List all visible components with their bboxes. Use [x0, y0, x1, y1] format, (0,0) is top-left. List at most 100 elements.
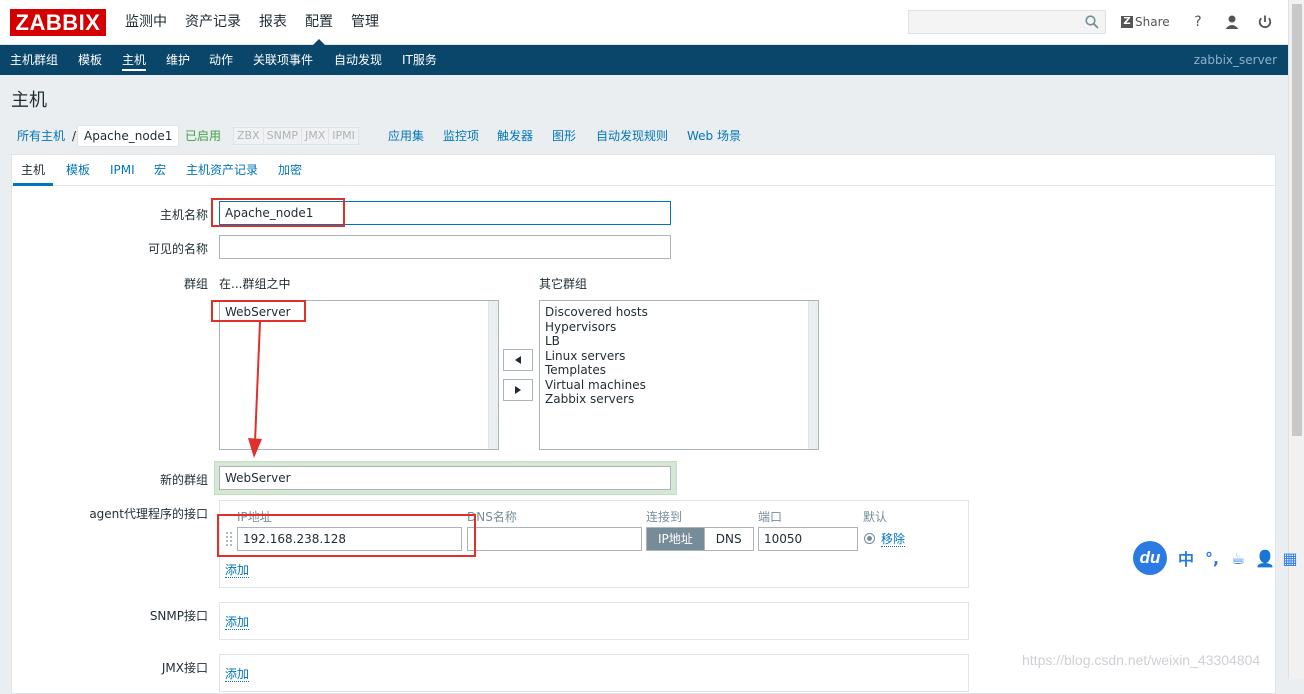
jmx-interface-box: 添加	[219, 654, 969, 692]
list-item[interactable]: Discovered hosts	[540, 305, 818, 320]
remove-interface-link[interactable]: 移除	[881, 532, 906, 547]
agent-port-input[interactable]	[758, 527, 858, 551]
list-item[interactable]: Virtual machines	[540, 378, 818, 393]
availability-ipmi: IPMI	[329, 128, 358, 144]
tab-host[interactable]: 主机	[12, 155, 54, 186]
baidu-ime-icon[interactable]: du	[1133, 541, 1167, 575]
ime-user-icon[interactable]: 👤	[1255, 549, 1275, 568]
new-group-input[interactable]	[219, 466, 671, 490]
zabbix-logo[interactable]: ZABBIX	[10, 9, 106, 36]
annotation-arrow-icon	[248, 321, 262, 458]
snmp-interface-box: 添加	[219, 602, 969, 640]
main-menu-monitoring[interactable]: 监测中	[116, 0, 176, 45]
column-connect: 连接到	[646, 510, 683, 524]
move-right-button[interactable]	[503, 379, 533, 401]
agent-ip-input[interactable]	[237, 527, 462, 551]
in-groups-label: 在...群组之中	[219, 277, 291, 291]
link-triggers[interactable]: 触发器	[497, 125, 533, 147]
tab-ipmi[interactable]: IPMI	[110, 155, 135, 185]
arrow-left-icon	[515, 356, 521, 364]
ime-punctuation-icon[interactable]: °,	[1203, 549, 1221, 568]
sub-menu-event-correlation[interactable]: 关联项事件	[253, 45, 313, 75]
add-agent-interface-link[interactable]: 添加	[225, 563, 250, 578]
agent-interface-label: agent代理程序的接口	[89, 507, 208, 521]
sub-menu-hosts[interactable]: 主机	[122, 45, 147, 75]
server-name: zabbix_server	[1193, 53, 1277, 67]
other-groups-listbox[interactable]: Discovered hosts Hypervisors LB Linux se…	[539, 300, 819, 450]
form-tabs: 主机 模板 IPMI 宏 主机资产记录 加密	[12, 155, 1275, 186]
jmx-interface-label: JMX接口	[161, 661, 208, 675]
list-item[interactable]: Hypervisors	[540, 320, 818, 335]
main-menu-configuration[interactable]: 配置	[296, 0, 342, 46]
drag-handle-icon[interactable]	[225, 531, 233, 547]
user-profile-icon[interactable]	[1223, 13, 1241, 31]
listbox-scrollbar[interactable]	[808, 301, 818, 449]
tab-inventory[interactable]: 主机资产记录	[186, 155, 258, 185]
ime-chinese-mode-icon[interactable]: 中	[1177, 546, 1195, 570]
add-snmp-interface-link[interactable]: 添加	[225, 615, 250, 630]
breadcrumb-current-host: Apache_node1	[77, 125, 180, 147]
page-scrollbar-thumb[interactable]	[1292, 4, 1302, 436]
connect-dns-option[interactable]: DNS	[703, 528, 753, 550]
sub-menu-maintenance[interactable]: 维护	[166, 45, 190, 75]
host-form-panel: 主机 模板 IPMI 宏 主机资产记录 加密 主机名称 可见的名称 群组 在..…	[11, 154, 1276, 694]
link-items[interactable]: 监控项	[443, 125, 479, 147]
list-item[interactable]: LB	[540, 334, 818, 349]
connect-ip-option[interactable]: IP地址	[647, 528, 704, 550]
column-default: 默认	[863, 510, 888, 524]
page-scrollbar[interactable]	[1288, 0, 1304, 679]
arrow-right-icon	[515, 386, 521, 394]
sub-menu: 主机群组 模板 主机 维护 动作 关联项事件 自动发现 IT服务 zabbix_…	[0, 45, 1288, 75]
host-name-input[interactable]	[219, 201, 671, 225]
share-button[interactable]: Z Share	[1121, 13, 1170, 31]
agent-dns-input[interactable]	[467, 527, 642, 551]
availability-indicators: ZBX SNMP JMX IPMI	[233, 127, 359, 145]
list-item[interactable]: Templates	[540, 363, 818, 378]
listbox-scrollbar[interactable]	[488, 301, 498, 449]
main-menu-reports[interactable]: 报表	[250, 0, 296, 45]
sub-menu-host-groups[interactable]: 主机群组	[10, 45, 58, 75]
snmp-interface-label: SNMP接口	[149, 609, 208, 623]
column-port: 端口	[758, 510, 783, 524]
sub-menu-discovery[interactable]: 自动发现	[334, 45, 382, 75]
sub-menu-it-services[interactable]: IT服务	[402, 45, 437, 75]
sub-menu-templates[interactable]: 模板	[78, 45, 102, 75]
column-ip: IP地址	[237, 510, 272, 524]
top-bar: ZABBIX 监测中 资产记录 报表 配置 管理 Z Share ?	[0, 0, 1288, 46]
power-icon[interactable]	[1256, 13, 1274, 31]
list-item[interactable]: Zabbix servers	[540, 392, 818, 407]
breadcrumb-all-hosts[interactable]: 所有主机	[17, 125, 65, 147]
agent-interface-box: IP地址 DNS名称 连接到 端口 默认 IP地址 DNS 移除 添加	[219, 500, 969, 588]
connect-to-toggle: IP地址 DNS	[646, 527, 754, 551]
column-dns: DNS名称	[467, 510, 517, 524]
link-web-scenarios[interactable]: Web 场景	[687, 125, 741, 147]
main-menu-administration[interactable]: 管理	[342, 0, 388, 45]
add-jmx-interface-link[interactable]: 添加	[225, 667, 250, 682]
ime-skin-icon[interactable]: ☕	[1229, 549, 1247, 568]
new-group-label: 新的群组	[159, 473, 208, 487]
ime-toolbar: du 中 °, ☕ 👤 ▦	[1133, 540, 1304, 576]
sub-menu-actions[interactable]: 动作	[209, 45, 233, 75]
tab-templates[interactable]: 模板	[66, 155, 90, 185]
availability-jmx: JMX	[301, 128, 330, 144]
tab-encryption[interactable]: 加密	[278, 155, 302, 185]
search-input[interactable]	[909, 11, 1079, 33]
list-item[interactable]: Linux servers	[540, 349, 818, 364]
main-menu-inventory[interactable]: 资产记录	[176, 0, 250, 45]
availability-zbx: ZBX	[234, 128, 264, 144]
main-menu: 监测中 资产记录 报表 配置 管理	[116, 0, 388, 46]
host-status-badge[interactable]: 已启用	[185, 125, 221, 147]
search-icon[interactable]	[1085, 15, 1099, 29]
help-icon[interactable]: ?	[1189, 13, 1207, 31]
link-applications[interactable]: 应用集	[388, 125, 424, 147]
link-discovery-rules[interactable]: 自动发现规则	[596, 125, 668, 147]
host-navigation: 所有主机 / Apache_node1 已启用 ZBX SNMP JMX IPM…	[11, 125, 1276, 147]
tab-macros[interactable]: 宏	[154, 155, 166, 185]
watermark: https://blog.csdn.net/weixin_43304804	[1022, 652, 1261, 668]
ime-toolbox-icon[interactable]: ▦	[1281, 549, 1299, 568]
default-interface-radio[interactable]	[864, 533, 875, 544]
visible-name-label: 可见的名称	[147, 242, 208, 256]
move-left-button[interactable]	[503, 349, 533, 371]
link-graphs[interactable]: 图形	[552, 125, 576, 147]
visible-name-input[interactable]	[219, 235, 671, 259]
